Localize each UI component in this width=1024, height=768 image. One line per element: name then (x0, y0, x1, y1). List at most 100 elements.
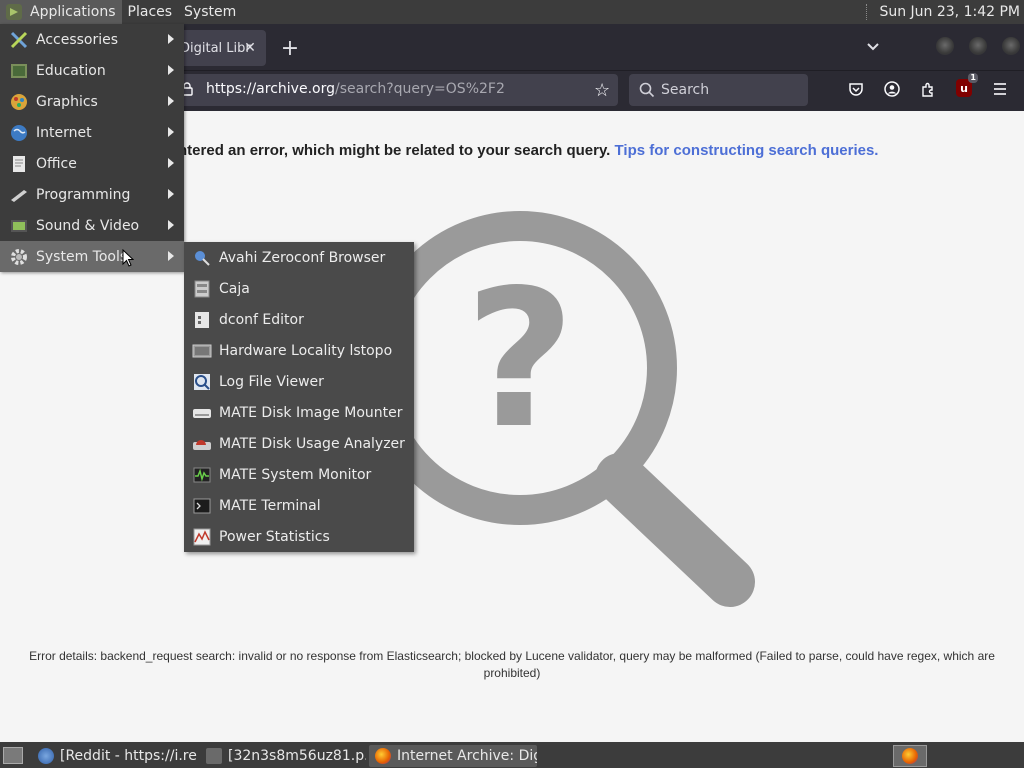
url-path: /search?query=OS%2F2 (334, 81, 505, 97)
menu-item-avahi[interactable]: Avahi Zeroconf Browser (184, 242, 414, 273)
tab-list-chevron-icon[interactable] (862, 36, 884, 58)
tab-close-icon[interactable]: ✕ (240, 38, 260, 58)
search-icon (639, 82, 655, 98)
graphics-icon (8, 91, 30, 113)
mouse-cursor-icon (122, 249, 134, 267)
office-icon (8, 153, 30, 175)
menu-item-label: Office (36, 155, 77, 172)
url-bar[interactable]: https://archive.org/search?query=OS%2F2 … (170, 74, 618, 106)
places-menu[interactable]: Places (122, 0, 179, 24)
menu-item-label: System Tools (36, 248, 128, 265)
menu-item-label: Hardware Locality lstopo (219, 342, 393, 359)
menu-item-label: Sound & Video (36, 217, 140, 234)
system-tools-submenu: Avahi Zeroconf Browser Caja dconf Editor… (184, 242, 414, 552)
show-desktop-icon[interactable] (3, 747, 23, 764)
ublock-badge: 1 (968, 73, 978, 83)
taskbar-item-label: Internet Archive: Dig... (397, 748, 537, 764)
panel-separator (866, 4, 869, 20)
minimize-window-button[interactable] (936, 37, 954, 55)
url-host: https://archive.org (206, 81, 335, 97)
hamburger-menu-icon[interactable] (990, 79, 1010, 99)
error-details: Error details: backend_request search: i… (29, 649, 995, 680)
menu-item-label: Programming (36, 186, 131, 203)
menu-item-label: Power Statistics (219, 528, 330, 545)
menu-item-system-tools[interactable]: System Tools (0, 241, 184, 272)
bottom-panel: [Reddit - https://i.re... [32n3s8m56uz81… (0, 742, 1024, 768)
menu-item-office[interactable]: Office (0, 148, 184, 179)
menu-item-accessories[interactable]: Accessories (0, 24, 184, 55)
taskbar-item-internet-archive[interactable]: Internet Archive: Dig... (369, 745, 537, 767)
menu-item-hwloc[interactable]: Hardware Locality lstopo (184, 335, 414, 366)
menu-item-education[interactable]: Education (0, 55, 184, 86)
taskbar-item-label: [Reddit - https://i.re... (60, 748, 198, 764)
submenu-arrow-icon (168, 189, 174, 199)
browser-icon (38, 748, 54, 764)
bookmark-star-icon[interactable]: ☆ (594, 80, 610, 101)
menu-item-dconf[interactable]: dconf Editor (184, 304, 414, 335)
menu-item-label: Avahi Zeroconf Browser (219, 249, 386, 266)
menu-item-label: MATE Disk Usage Analyzer (219, 435, 405, 452)
search-input[interactable]: Search (629, 74, 808, 106)
submenu-arrow-icon (168, 127, 174, 137)
menu-item-label: Internet (36, 124, 92, 141)
disk-mounter-icon (192, 403, 212, 423)
submenu-arrow-icon (168, 34, 174, 44)
caja-icon (192, 279, 212, 299)
taskbar-item-image[interactable]: [32n3s8m56uz81.p... (200, 745, 366, 767)
menu-item-label: Graphics (36, 93, 98, 110)
menu-item-sound-video[interactable]: Sound & Video (0, 210, 184, 241)
mate-logo-icon (6, 4, 22, 20)
menu-item-disk-usage[interactable]: MATE Disk Usage Analyzer (184, 428, 414, 459)
avahi-icon (192, 248, 212, 268)
menu-item-graphics[interactable]: Graphics (0, 86, 184, 117)
programming-icon (8, 184, 30, 206)
menu-item-label: Accessories (36, 31, 119, 48)
submenu-arrow-icon (168, 220, 174, 230)
dconf-icon (192, 310, 212, 330)
search-placeholder: Search (661, 82, 710, 98)
error-message: ine encountered an error, which might be… (108, 142, 878, 159)
firefox-icon (902, 748, 918, 764)
ublock-origin-icon[interactable]: u 1 (956, 73, 978, 97)
system-menu[interactable]: System (178, 0, 242, 24)
pocket-icon[interactable] (846, 79, 866, 99)
places-menu-label: Places (127, 4, 173, 20)
education-icon (8, 60, 30, 82)
menu-item-system-monitor[interactable]: MATE System Monitor (184, 459, 414, 490)
system-tools-icon (8, 246, 30, 268)
url-text: https://archive.org/search?query=OS%2F2 (206, 81, 505, 97)
applications-dropdown: Accessories Education Graphics Internet … (0, 24, 184, 272)
magnifier-question-icon: ? (380, 211, 755, 607)
hardware-icon (192, 341, 212, 361)
system-menu-label: System (184, 4, 237, 20)
log-viewer-icon (192, 372, 212, 392)
account-icon[interactable] (882, 79, 902, 99)
taskbar-item-reddit[interactable]: [Reddit - https://i.re... (32, 745, 198, 767)
submenu-arrow-icon (168, 158, 174, 168)
menu-item-label: Log File Viewer (219, 373, 324, 390)
terminal-icon (192, 496, 212, 516)
accessories-icon (8, 29, 30, 51)
clock[interactable]: Sun Jun 23, 1:42 PM (879, 4, 1020, 20)
maximize-window-button[interactable] (969, 37, 987, 55)
search-tips-link[interactable]: Tips for constructing search queries. (615, 142, 879, 159)
close-window-button[interactable] (1002, 37, 1020, 55)
sound-video-icon (8, 215, 30, 237)
menu-item-internet[interactable]: Internet (0, 117, 184, 148)
menu-item-label: dconf Editor (219, 311, 304, 328)
disk-usage-icon (192, 434, 212, 454)
menu-item-power-statistics[interactable]: Power Statistics (184, 521, 414, 552)
menu-item-disk-mounter[interactable]: MATE Disk Image Mounter (184, 397, 414, 428)
menu-item-label: Education (36, 62, 106, 79)
menu-item-log-viewer[interactable]: Log File Viewer (184, 366, 414, 397)
workspace-switcher[interactable] (893, 745, 927, 767)
applications-menu-label: Applications (30, 4, 116, 20)
extensions-icon[interactable] (918, 79, 938, 99)
menu-item-label: Caja (219, 280, 250, 297)
new-tab-button[interactable]: + (278, 36, 302, 61)
menu-item-terminal[interactable]: MATE Terminal (184, 490, 414, 521)
menu-item-programming[interactable]: Programming (0, 179, 184, 210)
submenu-arrow-icon (168, 251, 174, 261)
applications-menu[interactable]: Applications (0, 0, 122, 24)
menu-item-caja[interactable]: Caja (184, 273, 414, 304)
